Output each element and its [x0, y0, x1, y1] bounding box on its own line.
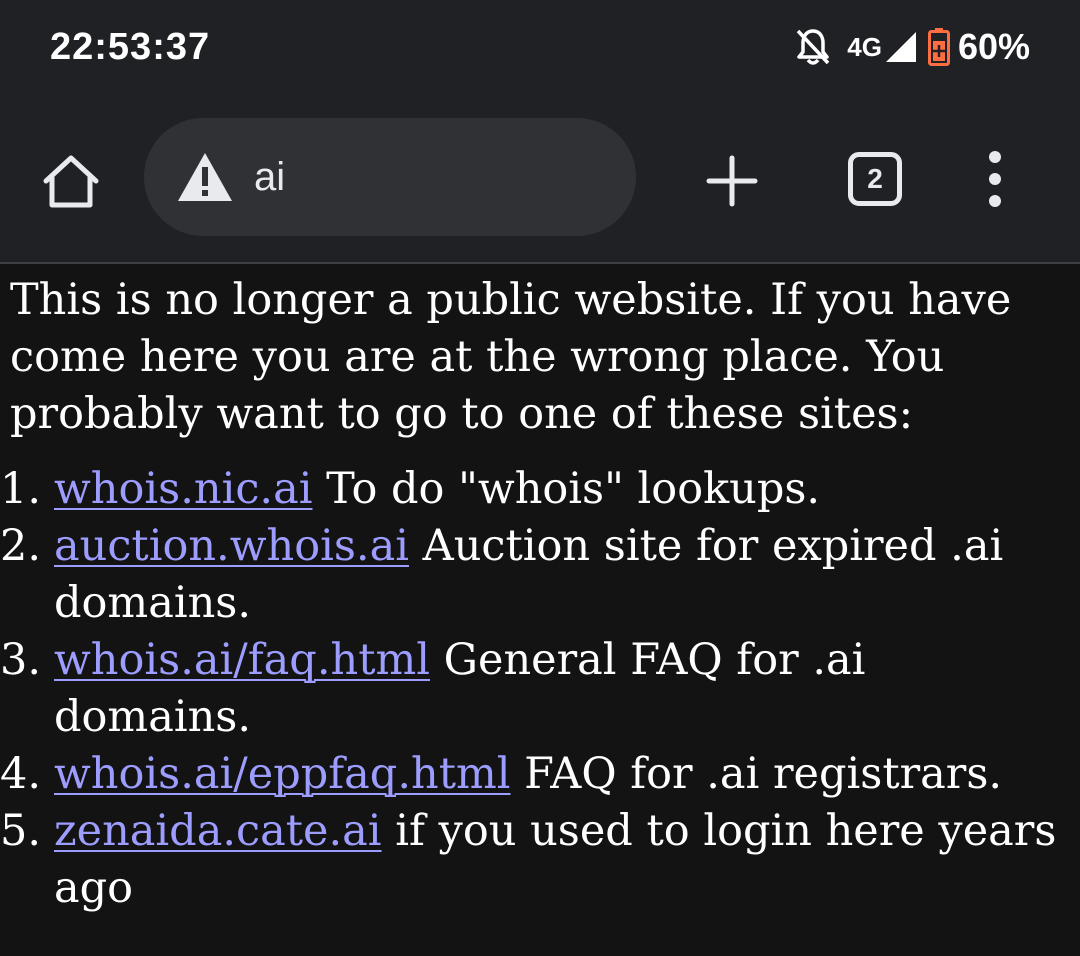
address-bar[interactable]: ai: [144, 118, 636, 236]
list-item: 2. auction.whois.ai Auction site for expi…: [0, 518, 1074, 632]
list-item: 3. whois.ai/faq.html General FAQ for .ai …: [0, 632, 1074, 746]
page-content: This is no longer a public website. If y…: [0, 264, 1080, 917]
status-time: 22:53:37: [50, 26, 211, 68]
list-item: 4. whois.ai/eppfaq.html FAQ for .ai regis…: [0, 746, 1074, 803]
list-number: 2.: [0, 521, 42, 571]
list-number: 4.: [0, 749, 42, 799]
bell-off-icon: [796, 29, 830, 65]
signal-icon: [885, 32, 916, 62]
link-whois-nic[interactable]: whois.nic.ai: [54, 464, 312, 514]
warning-icon[interactable]: [176, 151, 234, 203]
link-eppfaq[interactable]: whois.ai/eppfaq.html: [54, 749, 511, 799]
tab-switcher-button[interactable]: 2: [848, 152, 902, 206]
more-vert-icon[interactable]: [970, 149, 1020, 209]
list-number: 5.: [0, 806, 42, 856]
url-text[interactable]: ai: [254, 152, 285, 202]
site-list: 1. whois.nic.ai To do "whois" lookups. 2.…: [0, 461, 1080, 917]
home-icon[interactable]: [40, 153, 102, 209]
link-description: FAQ for .ai registrars.: [510, 749, 1003, 799]
list-item: 5. zenaida.cate.ai if you used to login h…: [0, 803, 1074, 917]
network-type: 4G: [847, 31, 882, 62]
link-faq[interactable]: whois.ai/faq.html: [54, 635, 430, 685]
list-number: 3.: [0, 635, 42, 685]
link-description: To do "whois" lookups.: [312, 464, 821, 514]
status-icons: 4G 60%: [785, 24, 1030, 70]
intro-text: This is no longer a public website. If y…: [10, 275, 1012, 439]
list-item: 1. whois.nic.ai To do "whois" lookups.: [0, 461, 1074, 518]
plus-icon[interactable]: [706, 155, 758, 207]
list-number: 1.: [0, 464, 42, 514]
battery-percent: 60%: [957, 26, 1030, 67]
battery-icon: [927, 28, 950, 66]
status-bar: 22:53:37 4G 60%: [0, 0, 1080, 95]
browser-toolbar: ai 2: [0, 95, 1080, 262]
link-auction-whois[interactable]: auction.whois.ai: [54, 521, 409, 571]
link-zenaida[interactable]: zenaida.cate.ai: [54, 806, 382, 856]
